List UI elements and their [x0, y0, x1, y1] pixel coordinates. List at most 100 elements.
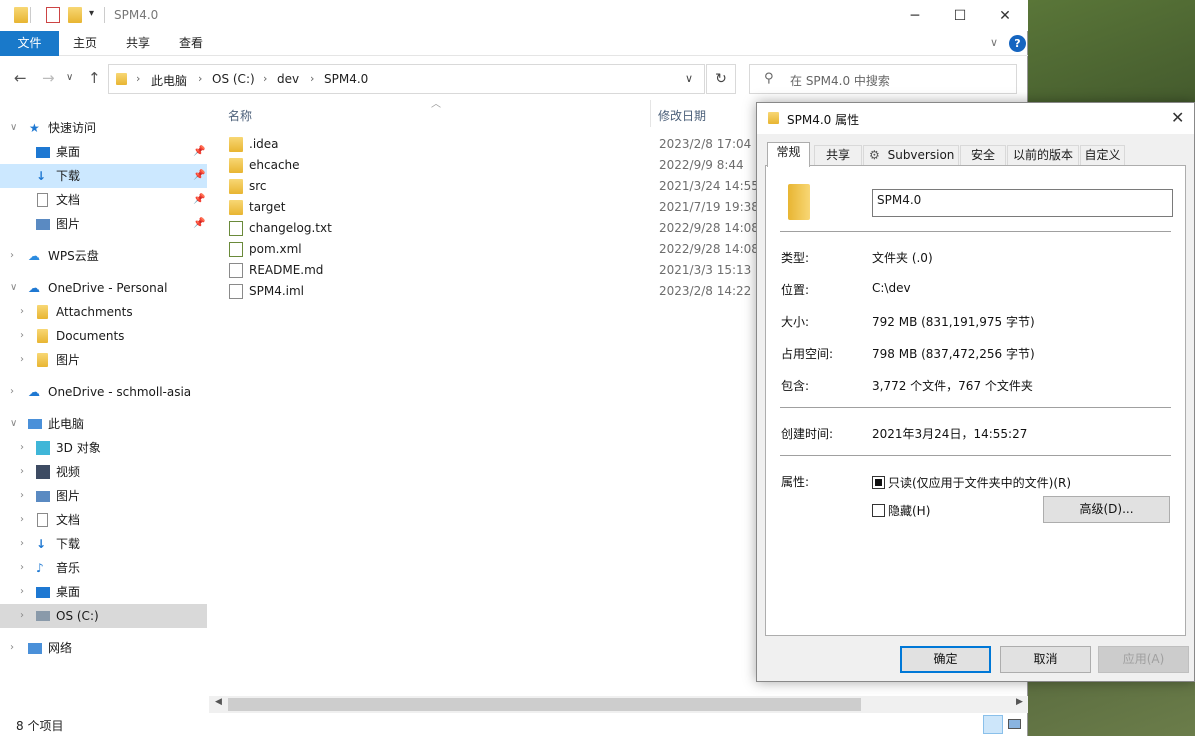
tab-security[interactable]: 安全: [960, 145, 1006, 166]
search-input[interactable]: ⚲ 在 SPM4.0 中搜索: [749, 64, 1017, 94]
hidden-checkbox[interactable]: [872, 504, 885, 517]
column-divider[interactable]: [650, 100, 651, 127]
collapse-icon[interactable]: ∨: [10, 276, 17, 300]
new-folder-quick-icon[interactable]: [68, 7, 82, 23]
sidebar-item-documents[interactable]: 文档 📌: [0, 188, 207, 212]
expand-icon[interactable]: ›: [20, 508, 24, 532]
tab-subversion[interactable]: ⚙ Subversion: [863, 145, 959, 166]
folder-name-field[interactable]: SPM4.0: [872, 189, 1173, 217]
apply-button[interactable]: 应用(A): [1098, 646, 1189, 673]
expand-icon[interactable]: ›: [10, 380, 14, 404]
refresh-button[interactable]: ↻: [706, 64, 736, 94]
breadcrumb-separator[interactable]: ›: [263, 72, 267, 85]
tab-view[interactable]: 查看: [167, 31, 215, 56]
expand-icon[interactable]: ›: [20, 532, 24, 556]
sidebar-item-pc-desktop[interactable]: › 桌面: [0, 580, 207, 604]
breadcrumb-separator[interactable]: ›: [310, 72, 314, 85]
pin-icon[interactable]: 📌: [193, 140, 205, 164]
maximize-button[interactable]: ☐: [937, 0, 983, 31]
sidebar-item-desktop[interactable]: 桌面 📌: [0, 140, 207, 164]
sidebar-item-network[interactable]: › 网络: [0, 636, 207, 660]
properties-quick-icon[interactable]: [46, 7, 60, 23]
recent-dropdown-icon[interactable]: ∨: [66, 72, 73, 83]
help-icon[interactable]: ?: [1009, 35, 1026, 52]
folder-icon: [788, 184, 810, 220]
sidebar-item-pc-documents[interactable]: › 文档: [0, 508, 207, 532]
tab-file[interactable]: 文件: [0, 31, 59, 56]
onedrive-icon: ☁: [28, 281, 40, 295]
breadcrumb-dev[interactable]: dev: [277, 72, 299, 86]
sidebar-item-onedrive-personal[interactable]: ∨ ☁ OneDrive - Personal: [0, 276, 207, 300]
minimize-button[interactable]: ─: [892, 0, 938, 31]
address-bar[interactable]: › 此电脑 › OS (C:) › dev › SPM4.0 ∨: [108, 64, 705, 94]
column-header-modified[interactable]: 修改日期: [658, 107, 706, 124]
pin-icon[interactable]: 📌: [193, 212, 205, 236]
large-icons-view-icon[interactable]: [1005, 715, 1025, 734]
back-icon[interactable]: ←: [14, 69, 27, 87]
sidebar-item-3d-objects[interactable]: › 3D 对象: [0, 436, 207, 460]
sidebar-item-pc-pictures[interactable]: › 图片: [0, 484, 207, 508]
sidebar-item-attachments[interactable]: › Attachments: [0, 300, 207, 324]
sidebar-item-os-c[interactable]: › OS (C:): [0, 604, 207, 628]
readonly-label[interactable]: 只读(仅应用于文件夹中的文件)(R): [888, 474, 1071, 491]
tab-previous-versions[interactable]: 以前的版本: [1007, 145, 1079, 166]
expand-ribbon-icon[interactable]: ∨: [990, 36, 998, 49]
address-dropdown-icon[interactable]: ∨: [685, 72, 693, 85]
breadcrumb-this-pc[interactable]: 此电脑: [151, 72, 187, 89]
sidebar-item-pc-downloads[interactable]: › ↓ 下载: [0, 532, 207, 556]
up-icon[interactable]: ↑: [88, 69, 101, 87]
expand-icon[interactable]: ›: [20, 580, 24, 604]
scrollbar-thumb[interactable]: [228, 698, 861, 711]
customize-quick-access-icon[interactable]: ▾: [89, 8, 94, 19]
details-view-icon[interactable]: [983, 715, 1003, 734]
collapse-icon[interactable]: ∨: [10, 412, 17, 436]
sidebar-item-videos[interactable]: › 视频: [0, 460, 207, 484]
horizontal-scrollbar[interactable]: ◀ ▶: [209, 696, 1028, 713]
sidebar-item-pictures[interactable]: 图片 📌: [0, 212, 207, 236]
readonly-checkbox[interactable]: [872, 476, 885, 489]
sidebar-item-quick-access[interactable]: ∨ ★ 快速访问: [0, 116, 207, 140]
sidebar-item-onedrive-asia[interactable]: › ☁ OneDrive - schmoll-asia: [0, 380, 207, 404]
tab-sharing[interactable]: 共享: [814, 145, 862, 166]
sidebar-item-onedrive-pictures[interactable]: › 图片: [0, 348, 207, 372]
breadcrumb-drive[interactable]: OS (C:): [212, 72, 255, 86]
expand-icon[interactable]: ›: [20, 484, 24, 508]
expand-icon[interactable]: ›: [20, 604, 24, 628]
advanced-button[interactable]: 高级(D)...: [1043, 496, 1170, 523]
breadcrumb-separator[interactable]: ›: [198, 72, 202, 85]
expand-icon[interactable]: ›: [20, 556, 24, 580]
tab-home[interactable]: 主页: [61, 31, 109, 56]
breadcrumb-separator[interactable]: ›: [136, 72, 140, 85]
scroll-left-icon[interactable]: ◀: [215, 697, 222, 707]
scroll-right-icon[interactable]: ▶: [1016, 697, 1023, 707]
sidebar-item-wps-cloud[interactable]: › ☁ WPS云盘: [0, 244, 207, 268]
expand-icon[interactable]: ›: [20, 300, 24, 324]
tab-share[interactable]: 共享: [114, 31, 162, 56]
file-date: 2021/3/3 15:13: [659, 263, 752, 277]
collapse-icon[interactable]: ∨: [10, 116, 17, 140]
hidden-label[interactable]: 隐藏(H): [888, 502, 930, 519]
expand-icon[interactable]: ›: [20, 324, 24, 348]
cancel-button[interactable]: 取消: [1000, 646, 1091, 673]
file-date: 2021/7/19 19:38: [659, 200, 759, 214]
close-button[interactable]: ✕: [982, 0, 1028, 31]
expand-icon[interactable]: ›: [20, 348, 24, 372]
pin-icon[interactable]: 📌: [193, 164, 205, 188]
expand-icon[interactable]: ›: [20, 460, 24, 484]
sidebar-item-downloads[interactable]: ↓ 下载 📌: [0, 164, 207, 188]
column-header-name[interactable]: 名称: [228, 107, 252, 124]
breadcrumb-current[interactable]: SPM4.0: [324, 72, 368, 86]
tab-customize[interactable]: 自定义: [1080, 145, 1125, 166]
tab-general[interactable]: 常规: [767, 142, 810, 167]
size-on-disk-value: 798 MB (837,472,256 字节): [872, 347, 1035, 361]
sidebar-item-this-pc[interactable]: ∨ 此电脑: [0, 412, 207, 436]
expand-icon[interactable]: ›: [10, 244, 14, 268]
close-icon[interactable]: ✕: [1171, 108, 1184, 127]
forward-icon[interactable]: →: [42, 69, 55, 87]
sidebar-item-onedrive-documents[interactable]: › Documents: [0, 324, 207, 348]
expand-icon[interactable]: ›: [10, 636, 14, 660]
sidebar-item-music[interactable]: › ♪ 音乐: [0, 556, 207, 580]
expand-icon[interactable]: ›: [20, 436, 24, 460]
ok-button[interactable]: 确定: [900, 646, 991, 673]
pin-icon[interactable]: 📌: [193, 188, 205, 212]
